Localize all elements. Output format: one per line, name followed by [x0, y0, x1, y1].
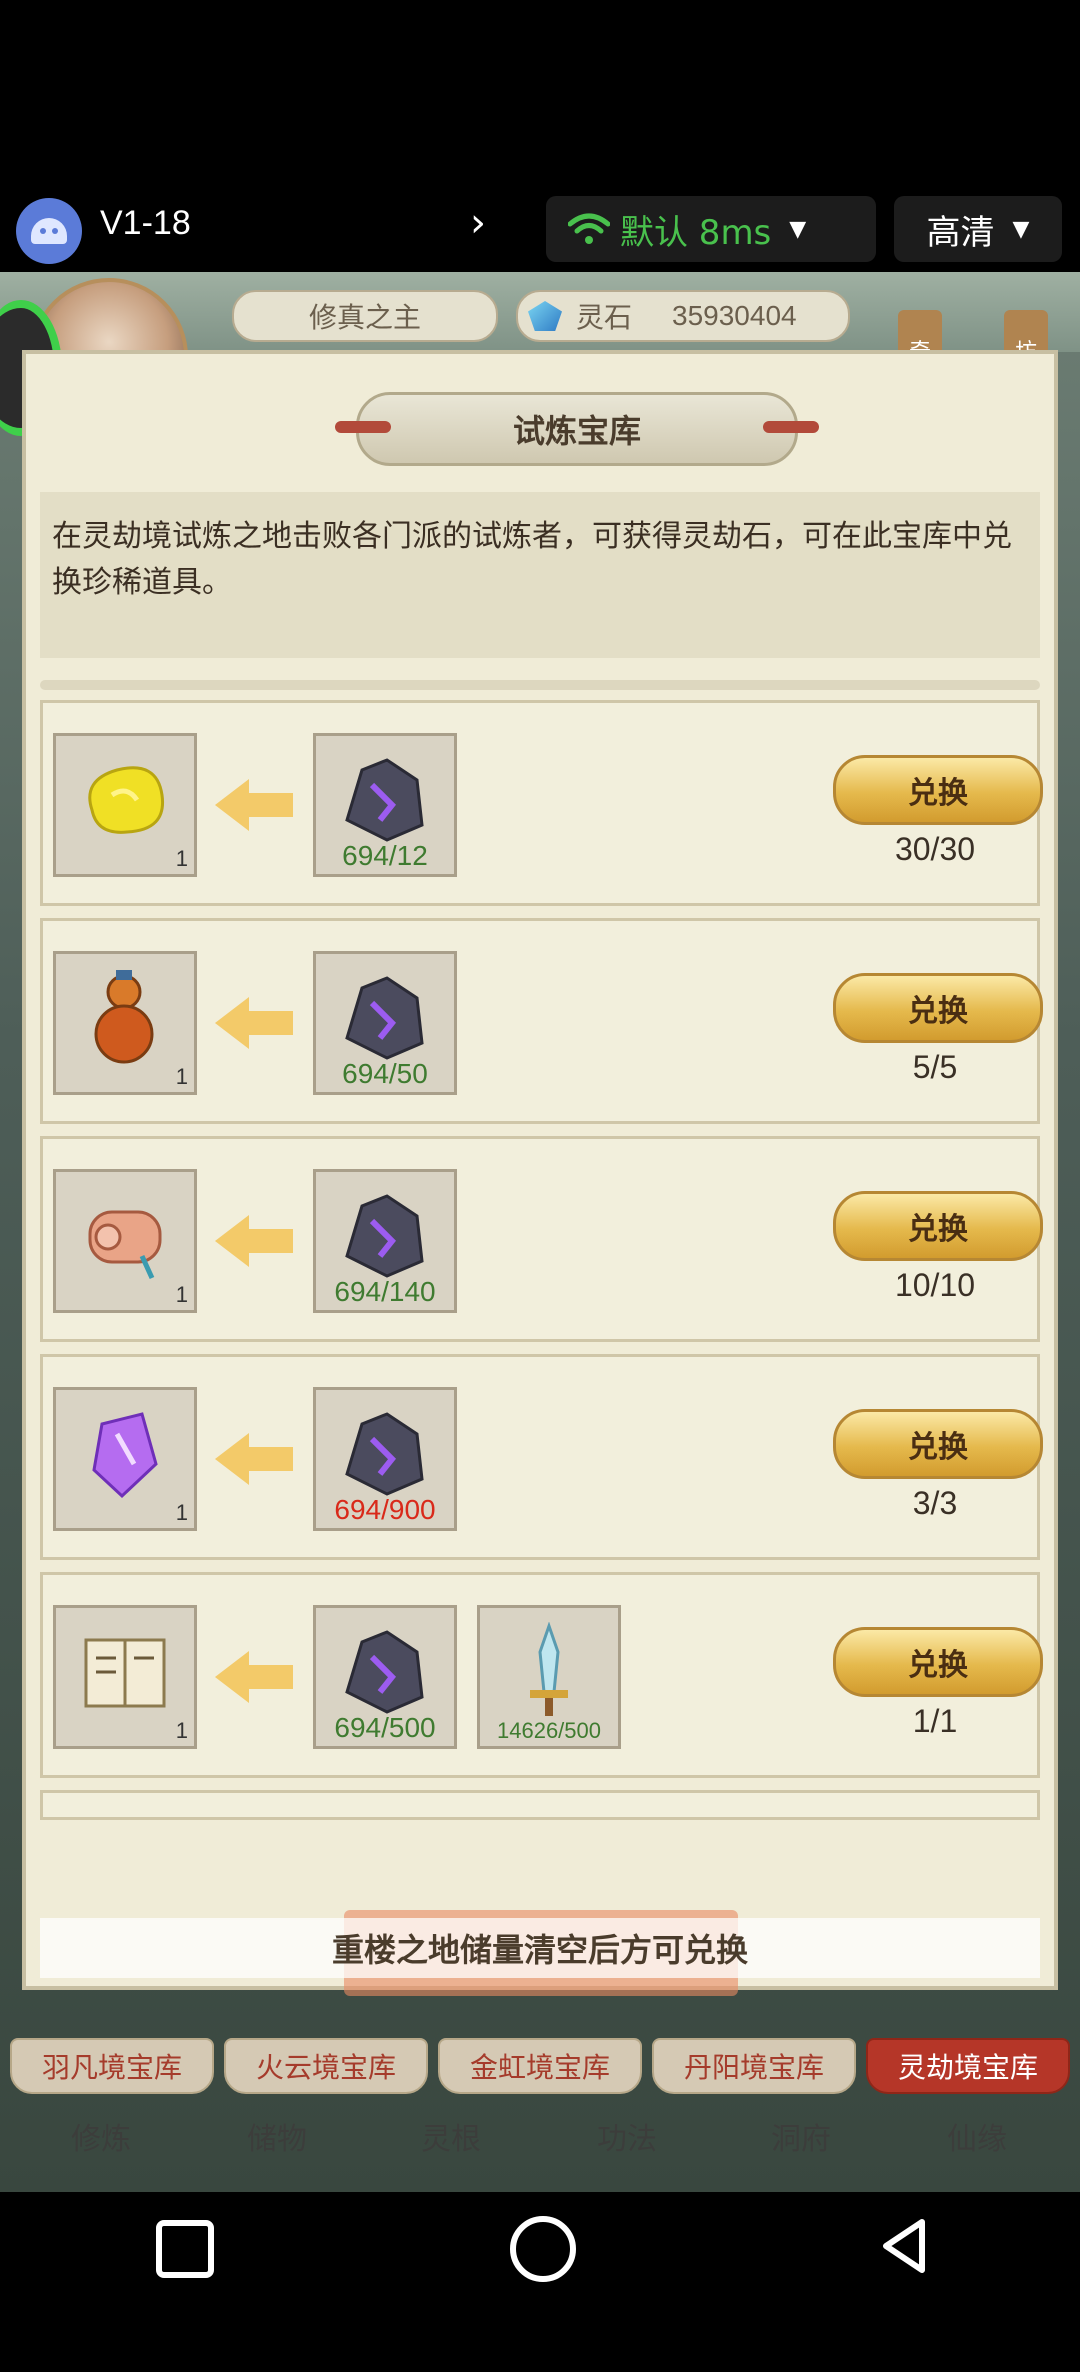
quality-dropdown[interactable]: 高清 ▼ [894, 196, 1062, 262]
arrow-left-icon [215, 1651, 293, 1703]
exchange-limit: 5/5 [912, 1049, 958, 1085]
reward-quantity: 1 [175, 1500, 188, 1525]
cost-item[interactable]: 694/140 [313, 1169, 457, 1313]
exchange-limit: 10/10 [894, 1267, 976, 1303]
book-icon [84, 1638, 166, 1708]
reward-item[interactable]: 1 [53, 1169, 197, 1313]
menu-skills[interactable]: 功法 [552, 2114, 702, 2158]
cost-amount: 694/900 [334, 1494, 436, 1525]
cost-item[interactable]: 694/12 [313, 733, 457, 877]
exchange-limit: 30/30 [894, 831, 976, 867]
reward-quantity: 1 [175, 846, 188, 871]
exchange-row: 1 694/900 兑换 3/3 [40, 1354, 1043, 1560]
panel-description: 在灵劫境试炼之地击败各门派的试炼者，可获得灵劫石，可在此宝库中兑换珍稀道具。 [40, 492, 1040, 658]
player-title: 修真之主 [232, 290, 498, 342]
tab-jinhong[interactable]: 金虹境宝库 [438, 2038, 642, 2094]
currency-value: 35930404 [672, 300, 797, 331]
home-icon[interactable] [510, 2216, 576, 2282]
network-dropdown[interactable]: 默认 8ms ▼ [546, 196, 876, 262]
notice-banner: 重楼之地储量清空后方可兑换 [40, 1918, 1040, 1978]
menu-cultivate[interactable]: 修炼 [26, 2114, 176, 2158]
spirit-stone-icon [345, 976, 424, 1060]
scroll-icon [88, 1210, 162, 1280]
exchange-limit: 3/3 [912, 1485, 958, 1521]
reward-item[interactable]: 1 [53, 1605, 197, 1749]
menu-fate[interactable]: 仙缘 [902, 2114, 1052, 2158]
exchange-limit: 1/1 [912, 1703, 958, 1739]
caret-down-icon: ▼ [789, 216, 807, 242]
stream-toolbar: V1-18 › 默认 8ms ▼ 高清 ▼ [0, 190, 1080, 270]
exchange-row: 1 694/500 14626/500 兑换 1/1 [40, 1572, 1043, 1778]
arrow-left-icon [215, 779, 293, 831]
exchange-button[interactable]: 兑换 [833, 755, 1043, 825]
panel-title: 试炼宝库 [335, 392, 819, 466]
network-label: 默认 8ms [620, 212, 772, 253]
cost-amount: 694/500 [334, 1712, 436, 1743]
exchange-row-partial [40, 1790, 1040, 1820]
arrow-left-icon [215, 997, 293, 1049]
cost-amount: 694/140 [334, 1276, 436, 1307]
menu-storage[interactable]: 储物 [202, 2114, 352, 2158]
exchange-row: 1 694/50 兑换 5/5 [40, 918, 1043, 1124]
spirit-stone-icon [345, 758, 424, 842]
cost-item-extra[interactable]: 14626/500 [477, 1605, 621, 1749]
exchange-row: 1 694/12 兑换 30/30 [40, 700, 1043, 906]
divider [40, 680, 1040, 690]
menu-cave[interactable]: 洞府 [726, 2114, 876, 2158]
sword-icon [530, 1622, 568, 1716]
treasury-panel: 试炼宝库 在灵劫境试炼之地击败各门派的试炼者，可获得灵劫石，可在此宝库中兑换珍稀… [22, 350, 1058, 1996]
cost-amount: 694/12 [342, 840, 428, 871]
cost-item[interactable]: 694/900 [313, 1387, 457, 1531]
wifi-icon [568, 213, 610, 244]
tab-huoyun[interactable]: 火云境宝库 [224, 2038, 428, 2094]
android-icon[interactable] [16, 198, 82, 264]
bottom-menu: 修炼 储物 灵根 功法 洞府 仙缘 [0, 2094, 1080, 2192]
reward-quantity: 1 [175, 1064, 188, 1089]
arrow-left-icon [215, 1215, 293, 1267]
purple-crystal-icon [92, 1412, 158, 1499]
tab-lingjie[interactable]: 灵劫境宝库 [866, 2038, 1070, 2094]
spirit-stone-icon [345, 1194, 424, 1278]
version-label: V1-18 [100, 204, 191, 242]
back-icon[interactable] [876, 2216, 936, 2276]
reward-quantity: 1 [175, 1282, 188, 1307]
exchange-row: 1 694/140 兑换 10/10 [40, 1136, 1043, 1342]
arrow-left-icon [215, 1433, 293, 1485]
system-nav-bar [0, 2192, 1080, 2372]
reward-item[interactable]: 1 [53, 951, 197, 1095]
spirit-stone-icon [345, 1630, 424, 1714]
cost-item[interactable]: 694/500 [313, 1605, 457, 1749]
game-viewport: 修真之主 灵石 35930404 奇 坊 试炼宝库 在灵劫境试炼之地击败各门派的… [0, 272, 1080, 2192]
spirit-stone-icon [345, 1412, 424, 1496]
exchange-button[interactable]: 兑换 [833, 1191, 1043, 1261]
spirit-gem-icon [528, 301, 562, 331]
currency-display: 灵石 35930404 [516, 290, 850, 342]
exchange-button[interactable]: 兑换 [833, 973, 1043, 1043]
extra-cost-amount: 14626/500 [497, 1718, 601, 1743]
exchange-button[interactable]: 兑换 [833, 1627, 1043, 1697]
tab-yufan[interactable]: 羽凡境宝库 [10, 2038, 214, 2094]
exchange-list[interactable]: 1 694/12 兑换 30/30 1 694/50 兑换 5/5 1 694/… [40, 700, 1043, 1832]
chevron-right-icon[interactable]: › [470, 200, 486, 246]
menu-root[interactable]: 灵根 [376, 2114, 526, 2158]
recents-icon[interactable] [156, 2220, 214, 2278]
reward-item[interactable]: 1 [53, 733, 197, 877]
reward-quantity: 1 [175, 1718, 188, 1743]
quality-label: 高清 [926, 212, 995, 253]
gourd-icon [94, 970, 154, 1064]
treasury-tabs: 羽凡境宝库 火云境宝库 金虹境宝库 丹阳境宝库 灵劫境宝库 [0, 2038, 1080, 2094]
cost-amount: 694/50 [342, 1058, 428, 1089]
exchange-button[interactable]: 兑换 [833, 1409, 1043, 1479]
yellow-stone-icon [88, 766, 165, 834]
reward-item[interactable]: 1 [53, 1387, 197, 1531]
tab-danyang[interactable]: 丹阳境宝库 [652, 2038, 856, 2094]
cost-item[interactable]: 694/50 [313, 951, 457, 1095]
caret-down-icon: ▼ [1012, 216, 1030, 242]
currency-label: 灵石 [576, 301, 633, 334]
